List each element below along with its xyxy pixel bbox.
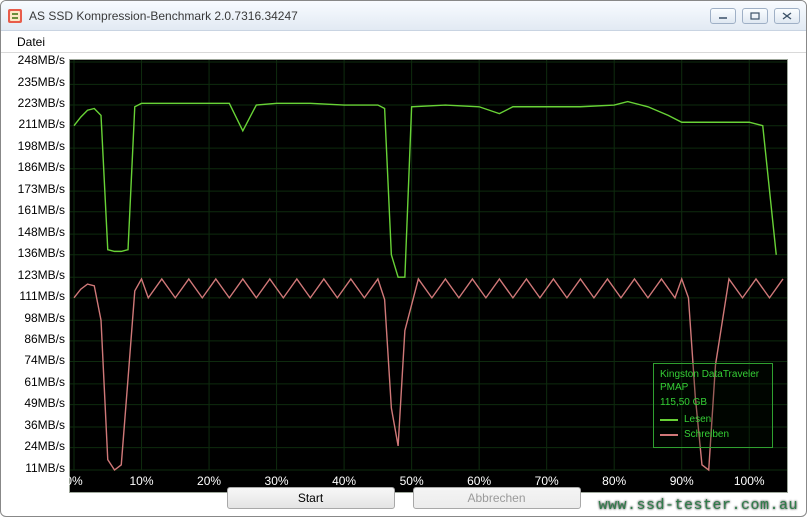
legend-label-read: Lesen [684, 413, 711, 426]
window-title: AS SSD Kompression-Benchmark 2.0.7316.34… [29, 9, 710, 23]
maximize-button[interactable] [742, 8, 768, 24]
y-tick-label: 223MB/s [7, 96, 65, 110]
minimize-button[interactable] [710, 8, 736, 24]
y-tick-label: 173MB/s [7, 182, 65, 196]
y-tick-label: 86MB/s [7, 332, 65, 346]
legend-box: Kingston DataTraveler PMAP 115,50 GB Les… [653, 363, 773, 448]
y-tick-label: 148MB/s [7, 225, 65, 239]
menu-file[interactable]: Datei [9, 33, 53, 51]
button-row: Start Abbrechen [1, 484, 806, 512]
legend-capacity: 115,50 GB [660, 396, 766, 409]
chart-frame: Kingston DataTraveler PMAP 115,50 GB Les… [7, 55, 800, 480]
y-tick-label: 123MB/s [7, 268, 65, 282]
legend-label-write: Schreiben [684, 428, 729, 441]
y-tick-label: 98MB/s [7, 311, 65, 325]
y-tick-label: 24MB/s [7, 439, 65, 453]
y-tick-label: 248MB/s [7, 53, 65, 67]
y-tick-label: 11MB/s [7, 461, 65, 475]
app-icon [7, 8, 23, 24]
y-tick-label: 186MB/s [7, 160, 65, 174]
chart-area: Kingston DataTraveler PMAP 115,50 GB Les… [7, 55, 800, 480]
y-tick-label: 136MB/s [7, 246, 65, 260]
y-tick-label: 36MB/s [7, 418, 65, 432]
y-tick-label: 49MB/s [7, 396, 65, 410]
y-tick-label: 211MB/s [7, 117, 65, 131]
y-tick-label: 61MB/s [7, 375, 65, 389]
y-tick-label: 111MB/s [7, 289, 65, 303]
y-tick-label: 74MB/s [7, 353, 65, 367]
y-tick-label: 235MB/s [7, 75, 65, 89]
y-tick-label: 161MB/s [7, 203, 65, 217]
window-controls [710, 8, 800, 24]
legend-row-write: Schreiben [660, 428, 766, 441]
y-tick-label: 198MB/s [7, 139, 65, 153]
cancel-button: Abbrechen [413, 487, 581, 509]
legend-row-read: Lesen [660, 413, 766, 426]
plot-background: Kingston DataTraveler PMAP 115,50 GB Les… [69, 59, 788, 493]
legend-swatch-write [660, 434, 678, 436]
close-button[interactable] [774, 8, 800, 24]
start-button[interactable]: Start [227, 487, 395, 509]
app-window: AS SSD Kompression-Benchmark 2.0.7316.34… [0, 0, 807, 517]
menubar: Datei [1, 31, 806, 53]
titlebar[interactable]: AS SSD Kompression-Benchmark 2.0.7316.34… [1, 1, 806, 31]
legend-device: Kingston DataTraveler PMAP [660, 368, 766, 394]
legend-swatch-read [660, 419, 678, 421]
